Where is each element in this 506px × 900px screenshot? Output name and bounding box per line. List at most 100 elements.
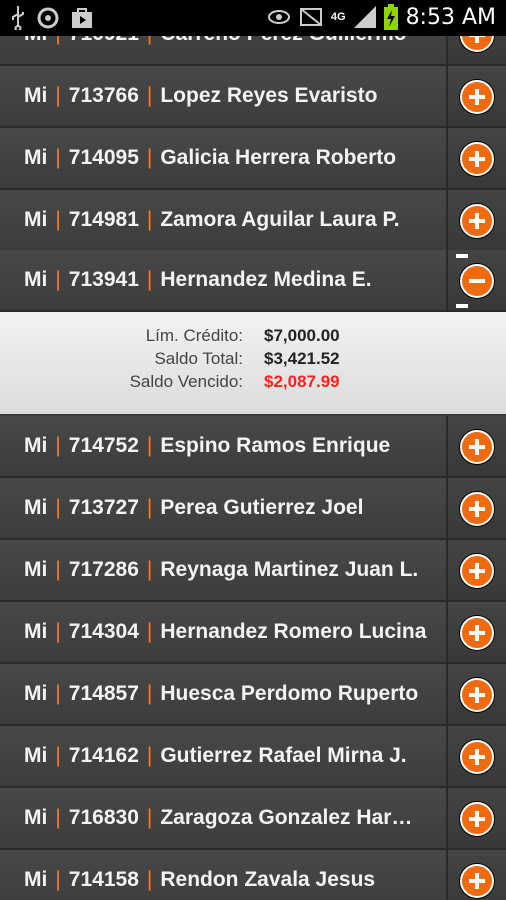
client-name: Lopez Reyes Evaristo	[160, 84, 378, 107]
client-row[interactable]: Mi | 714857 | Huesca Perdomo Ruperto	[0, 664, 506, 726]
separator: |	[147, 36, 152, 46]
expand-plus-button[interactable]	[460, 80, 494, 114]
separator: |	[55, 268, 61, 291]
separator: |	[146, 496, 153, 519]
overdue-balance-value: $2,087.99	[264, 372, 340, 391]
client-code: 714857	[68, 682, 139, 705]
client-row[interactable]: Mi | 714162 | Gutierrez Rafael Mirna J.	[0, 726, 506, 788]
separator: |	[55, 146, 61, 169]
separator: |	[146, 146, 153, 169]
separator: |	[146, 558, 153, 581]
total-balance-value: $3,421.52	[264, 349, 340, 368]
selection-marker	[456, 254, 468, 258]
client-name: Perea Gutierrez Joel	[160, 496, 364, 519]
separator: |	[55, 208, 61, 231]
client-prefix: Mi	[24, 268, 48, 291]
client-code: 713727	[68, 496, 139, 519]
client-prefix: Mi	[24, 84, 48, 107]
total-balance-label: Saldo Total:	[154, 349, 243, 368]
expand-plus-button[interactable]	[460, 740, 494, 774]
expand-plus-button[interactable]	[460, 36, 494, 52]
client-row[interactable]: Mi | 714158 | Rendon Zavala Jesus	[0, 850, 506, 900]
separator: |	[55, 744, 61, 767]
client-code: 714304	[68, 620, 139, 643]
client-name: Gutierrez Rafael Mirna J.	[160, 744, 407, 767]
client-prefix: Mi	[24, 36, 47, 46]
expand-plus-button[interactable]	[460, 204, 494, 238]
client-code: 717286	[68, 558, 139, 581]
status-bar: 4G 8:53 AM	[0, 0, 506, 36]
client-row[interactable]: Mi | 714095 | Galicia Herrera Roberto	[0, 128, 506, 190]
expand-plus-button[interactable]	[460, 616, 494, 650]
separator: |	[146, 208, 153, 231]
client-prefix: Mi	[24, 744, 48, 767]
network-type-label: 4G	[330, 11, 346, 23]
separator: |	[146, 84, 153, 107]
client-row[interactable]: Mi | 714752 | Espino Ramos Enrique	[0, 416, 506, 478]
client-name: Hernandez Romero Lucina	[160, 620, 427, 643]
separator: |	[55, 868, 61, 891]
client-row[interactable]: Mi | 713727 | Perea Gutierrez Joel	[0, 478, 506, 540]
client-row[interactable]: Mi | 716921 | Carreno Perez Guillermo	[0, 36, 506, 66]
separator: |	[55, 806, 61, 829]
client-name: Carreno Perez Guillermo	[160, 36, 406, 46]
shopping-bag-icon	[72, 8, 92, 28]
client-name: Zamora Aguilar Laura P.	[160, 208, 400, 231]
client-prefix: Mi	[24, 620, 48, 643]
separator: |	[55, 84, 61, 107]
overdue-balance-label: Saldo Vencido:	[129, 372, 243, 391]
separator: |	[55, 36, 60, 46]
nfc-muted-icon	[299, 8, 322, 26]
selection-marker	[456, 304, 468, 308]
credit-limit-label: Lím. Crédito:	[145, 326, 243, 345]
client-name: Reynaga Martinez Juan L.	[160, 558, 419, 581]
battery-charging-icon	[383, 4, 398, 30]
client-balance-detail: Lím. Crédito: $7,000.00 Saldo Total: $3,…	[0, 312, 506, 414]
client-name: Galicia Herrera Roberto	[160, 146, 397, 169]
client-row[interactable]: Mi | 714304 | Hernandez Romero Lucina	[0, 602, 506, 664]
gps-icon	[37, 7, 59, 29]
separator: |	[55, 682, 61, 705]
separator: |	[146, 744, 153, 767]
expand-plus-button[interactable]	[460, 142, 494, 176]
client-code: 714752	[68, 434, 139, 457]
expand-plus-button[interactable]	[460, 430, 494, 464]
separator: |	[146, 806, 153, 829]
separator: |	[55, 434, 61, 457]
client-name: Hernandez Medina E.	[160, 268, 372, 291]
signal-icon	[353, 6, 376, 28]
client-name: Rendon Zavala Jesus	[160, 868, 376, 891]
expand-plus-button[interactable]	[460, 492, 494, 526]
client-prefix: Mi	[24, 868, 48, 891]
expand-plus-button[interactable]	[460, 802, 494, 836]
separator: |	[146, 268, 153, 291]
credit-limit-value: $7,000.00	[264, 326, 340, 345]
separator: |	[146, 682, 153, 705]
expand-plus-button[interactable]	[460, 554, 494, 588]
client-code: 714162	[68, 744, 139, 767]
client-row[interactable]: Mi | 716830 | Zaragoza Gonzalez Har…	[0, 788, 506, 850]
client-code: 714095	[68, 146, 139, 169]
client-name: Espino Ramos Enrique	[160, 434, 391, 457]
client-row[interactable]: Mi | 714981 | Zamora Aguilar Laura P.	[0, 190, 506, 252]
separator: |	[55, 620, 61, 643]
clock: 8:53 AM	[405, 4, 496, 30]
client-code: 714158	[68, 868, 139, 891]
client-code: 716830	[68, 806, 139, 829]
client-prefix: Mi	[24, 208, 48, 231]
client-name: Huesca Perdomo Ruperto	[160, 682, 419, 705]
client-code: 714981	[68, 208, 139, 231]
client-prefix: Mi	[24, 806, 48, 829]
client-row-expanded[interactable]: Mi | 713941 | Hernandez Medina E.	[0, 250, 506, 312]
expand-plus-button[interactable]	[460, 678, 494, 712]
client-row[interactable]: Mi | 717286 | Reynaga Martinez Juan L.	[0, 540, 506, 602]
collapse-minus-button[interactable]	[460, 264, 494, 298]
expand-plus-button[interactable]	[460, 864, 494, 898]
client-list[interactable]: Mi | 716921 | Carreno Perez Guillermo Mi | 713…	[0, 36, 506, 900]
separator: |	[55, 496, 61, 519]
client-row[interactable]: Mi | 713766 | Lopez Reyes Evaristo	[0, 66, 506, 128]
eye-icon	[267, 10, 290, 24]
client-name: Zaragoza Gonzalez Har…	[160, 806, 413, 829]
client-prefix: Mi	[24, 146, 48, 169]
client-prefix: Mi	[24, 682, 48, 705]
